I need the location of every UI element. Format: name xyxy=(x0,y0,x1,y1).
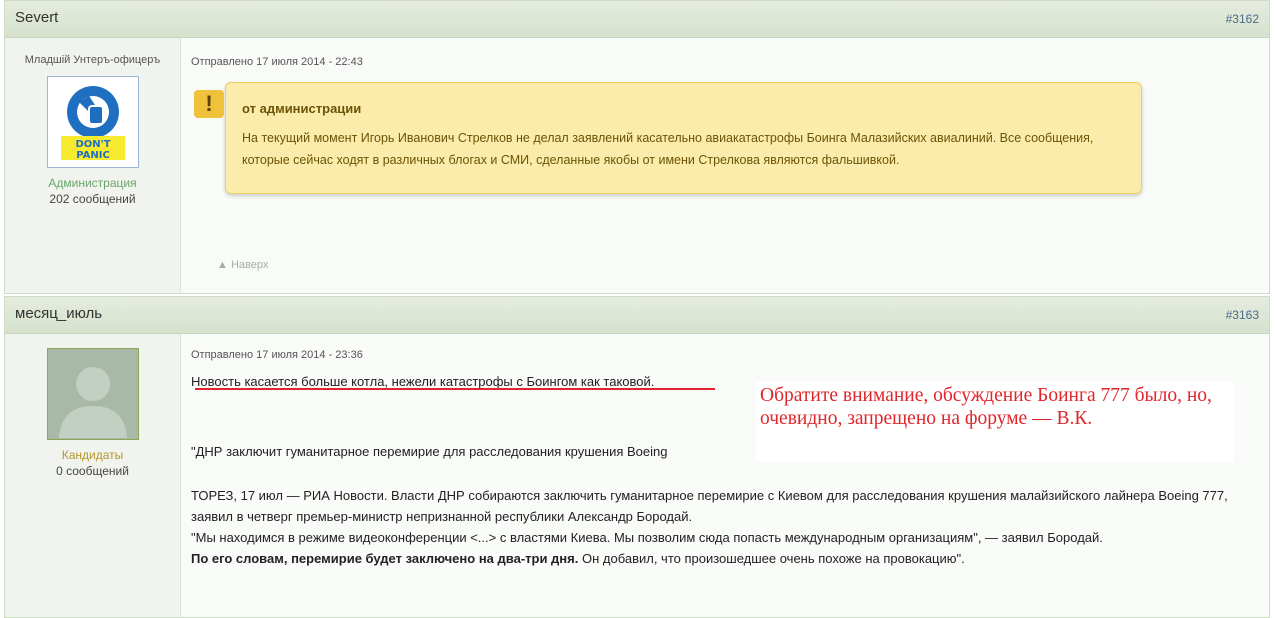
avatar[interactable] xyxy=(47,348,139,440)
post-body: Отправлено 17 июля 2014 - 23:36 Новость … xyxy=(181,334,1269,617)
author-sidebar: Кандидаты 0 сообщений xyxy=(5,334,181,617)
member-group: Кандидаты xyxy=(61,448,124,462)
back-to-top-label: Наверх xyxy=(230,259,269,271)
article-quote: "Мы находимся в режиме видеоконференции … xyxy=(191,530,1103,545)
message-count: 0 сообщений xyxy=(56,464,129,478)
post-number-link[interactable]: #3162 xyxy=(1226,12,1259,26)
author-name[interactable]: Severt xyxy=(15,9,58,26)
article-paragraph-end: По его словам, перемирие будет заключено… xyxy=(191,548,1251,569)
post-text-line: Новость касается больше котла, нежели ка… xyxy=(191,374,655,389)
post-header: Severt #3162 xyxy=(5,1,1269,38)
posted-date: Отправлено 17 июля 2014 - 22:43 xyxy=(191,56,363,68)
posted-date: Отправлено 17 июля 2014 - 23:36 xyxy=(191,349,363,361)
forum-post-3163: месяц_июль #3163 Кандидаты 0 сообщений О… xyxy=(4,296,1270,618)
author-sidebar: Младшiй Унтеръ-офицеръ DON'T PANIC Админ… xyxy=(5,38,181,293)
admin-notice: от администрации На текущий момент Игорь… xyxy=(225,82,1142,194)
post-body: Отправлено 17 июля 2014 - 22:43 от админ… xyxy=(181,38,1269,293)
author-name[interactable]: месяц_июль xyxy=(15,305,102,322)
member-rank: Младшiй Унтеръ-офицеръ xyxy=(24,54,161,66)
message-count: 202 сообщений xyxy=(49,192,136,206)
article-paragraph: ТОРЕЗ, 17 июл — РИА Новости. Власти ДНР … xyxy=(191,488,1228,524)
arrow-up-icon: ▲ xyxy=(217,259,228,271)
default-avatar-silhouette-icon xyxy=(49,350,137,438)
red-underline xyxy=(195,388,715,390)
warning-icon: ! xyxy=(194,90,224,118)
back-to-top-link[interactable]: ▲ Наверх xyxy=(217,259,268,271)
post-number-link[interactable]: #3163 xyxy=(1226,308,1259,322)
bold-sentence: По его словам, перемирие будет заключено… xyxy=(191,551,579,566)
forum-post-3162: Severt #3162 Младшiй Унтеръ-офицеръ DON'… xyxy=(4,0,1270,294)
post-header: месяц_июль #3163 xyxy=(5,297,1269,334)
avatar-text-line2: PANIC xyxy=(76,150,110,161)
quote-title: "ДНР заключит гуманитарное перемирие для… xyxy=(191,444,668,459)
avatar[interactable]: DON'T PANIC xyxy=(47,76,139,168)
editor-annotation: Обратите внимание, обсуждение Боинга 777… xyxy=(756,382,1234,462)
dont-panic-logo-icon: DON'T PANIC xyxy=(49,78,137,166)
member-group: Администрация xyxy=(48,176,137,190)
avatar-text-line1: DON'T xyxy=(75,139,110,150)
notice-title: от администрации xyxy=(242,101,362,116)
sentence-rest: Он добавил, что произошедшее очень похож… xyxy=(578,551,965,566)
notice-text: На текущий момент Игорь Иванович Стрелко… xyxy=(242,131,1094,167)
